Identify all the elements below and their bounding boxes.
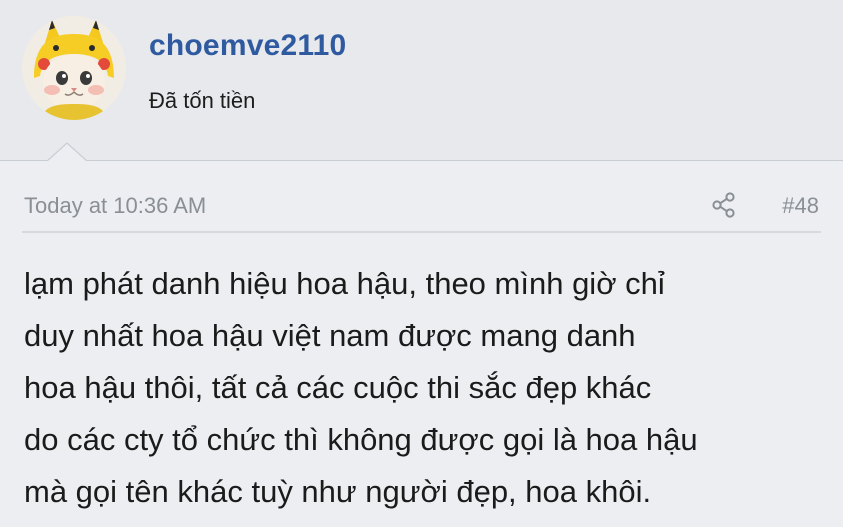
post-number-link[interactable]: #48 [782, 193, 819, 219]
author-pointer-arrow [47, 142, 87, 162]
share-icon[interactable] [711, 191, 737, 219]
meta-divider [22, 231, 821, 233]
avatar[interactable] [22, 16, 126, 120]
message-line: do các cty tổ chức thì không được gọi là… [24, 422, 698, 457]
message-line: mà gọi tên khác tuỳ như người đẹp, hoa k… [24, 474, 652, 509]
post-author-header: choemve2110 Đã tốn tiền [0, 0, 843, 161]
user-title: Đã tốn tiền [149, 88, 256, 113]
message-line: lạm phát danh hiệu hoa hậu, theo mình gi… [24, 266, 665, 301]
username-link[interactable]: choemve2110 [149, 29, 346, 63]
message-line: duy nhất hoa hậu việt nam được mang danh [24, 318, 636, 353]
post-message: lạm phát danh hiệu hoa hậu, theo mình gi… [24, 258, 824, 518]
post-timestamp[interactable]: Today at 10:36 AM [24, 193, 206, 219]
message-line: hoa hậu thôi, tất cả các cuộc thi sắc đẹ… [24, 370, 652, 405]
pikachu-hat-cat-avatar-icon [22, 16, 126, 120]
